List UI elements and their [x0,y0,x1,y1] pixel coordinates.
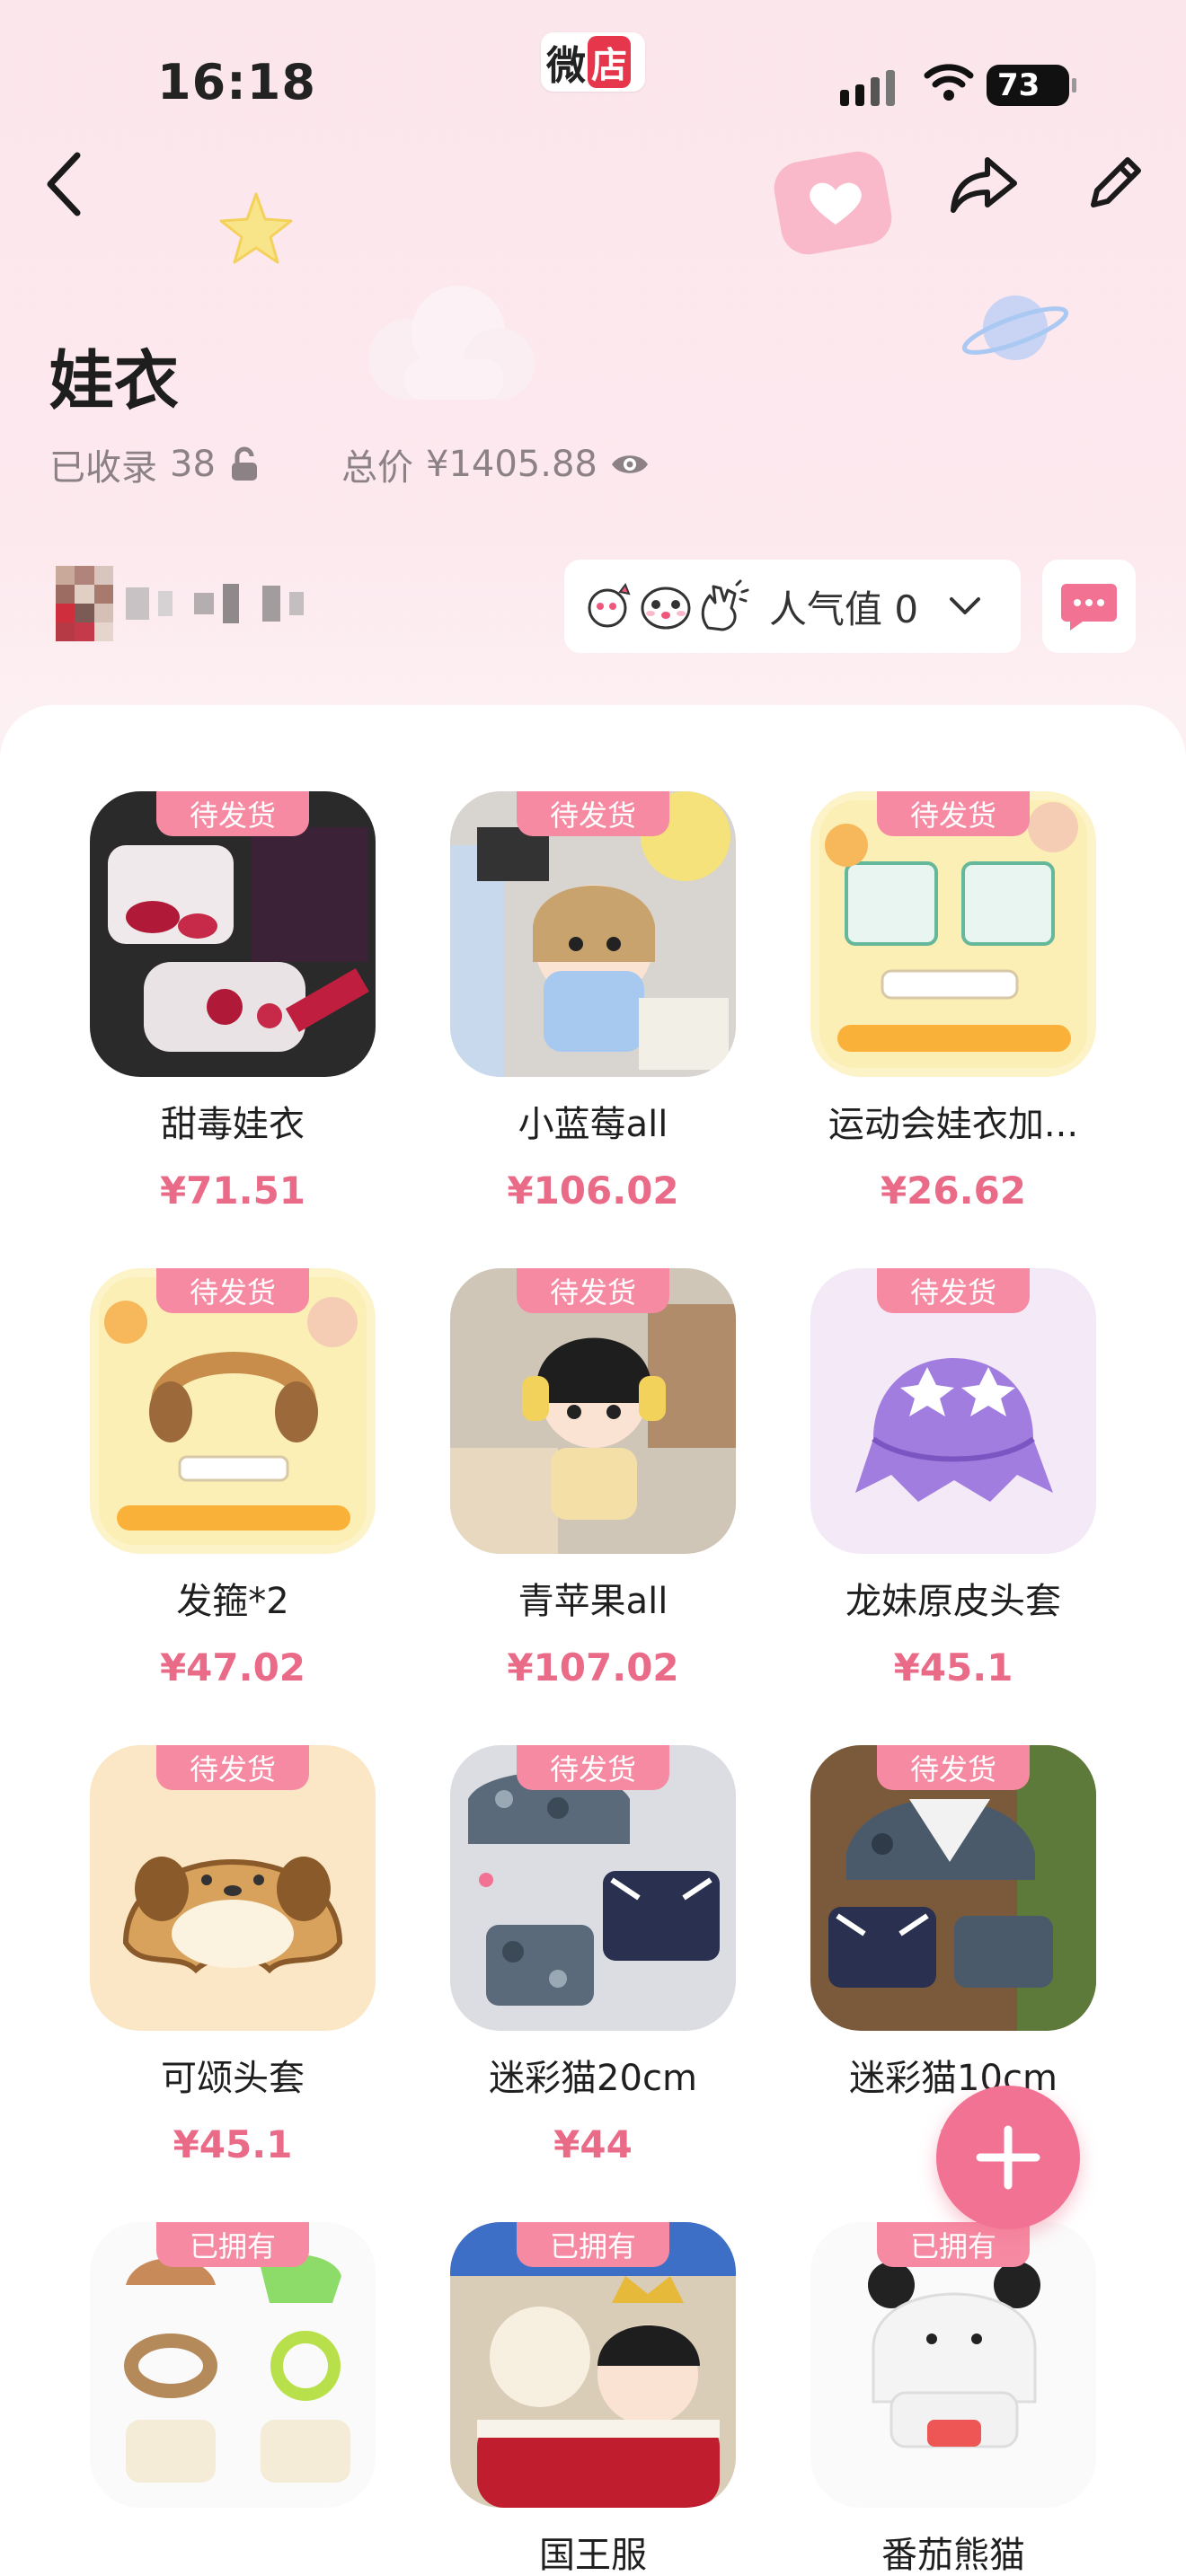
total-value: ¥1405.88 [426,444,597,485]
status-badge: 待发货 [156,791,309,836]
product-card[interactable]: 待发货 迷彩猫20cm ¥44 [450,1745,736,2166]
product-card[interactable]: 待发货 小蓝莓all ¥106.02 [450,791,736,1213]
lock-open-icon[interactable] [228,446,261,482]
back-arrow-icon [47,152,81,216]
total-price-info: 总价 ¥1405.88 [341,438,650,490]
share-icon [951,157,1017,213]
status-badge: 待发货 [517,1745,669,1790]
username-pixelated [126,584,304,623]
product-name: 运动会娃衣加... [828,1104,1079,1145]
cloud-decoration-icon [368,286,535,400]
product-price: ¥71.51 [159,1169,306,1213]
avatar[interactable] [56,566,113,641]
product-image[interactable]: 待发货 [810,791,1096,1077]
collected-info: 已收录 38 [49,438,261,490]
plus-icon [976,2125,1040,2190]
add-item-button[interactable] [936,2086,1080,2229]
status-badge: 待发货 [517,1268,669,1313]
product-image[interactable]: 待发货 [450,1745,736,2031]
cellular-signal-icon [840,70,895,106]
product-grid-panel: 待发货 甜毒娃衣 ¥71.51 待发货 小蓝莓all ¥106.02 待发货 运… [0,705,1186,2576]
product-image[interactable]: 已拥有 [450,2222,736,2508]
product-price: ¥45.1 [893,1645,1013,1689]
popularity-label: 人气值 0 [769,587,919,631]
product-image[interactable]: 已拥有 [810,2222,1096,2508]
status-badge: 已拥有 [156,2222,309,2267]
product-image[interactable]: 待发货 [810,1268,1096,1554]
status-badge: 已拥有 [517,2222,669,2267]
product-name: 番茄熊猫 [881,2535,1025,2576]
product-name: 甜毒娃衣 [161,1104,305,1145]
heart-bubble-decoration-icon [774,151,892,255]
product-name: 发箍*2 [176,1581,289,1622]
collected-label: 已收录 [49,447,157,489]
product-image[interactable]: 待发货 [450,1268,736,1554]
product-price: ¥47.02 [159,1645,306,1689]
chat-bubble-icon [1061,584,1117,631]
status-bar: 16:18 微 店 73 [0,0,1186,135]
product-card[interactable]: 已拥有 [90,2222,376,2547]
product-name: 国王服 [539,2535,647,2576]
product-price: ¥106.02 [507,1169,679,1213]
product-image[interactable]: 待发货 [90,791,376,1077]
product-price: ¥26.62 [880,1169,1027,1213]
product-image[interactable]: 已拥有 [90,2222,376,2508]
product-card[interactable]: 待发货 龙妹原皮头套 ¥45.1 [810,1268,1096,1689]
product-card[interactable]: 待发货 甜毒娃衣 ¥71.51 [90,791,376,1213]
edit-pencil-icon [1091,157,1141,207]
product-name: 迷彩猫10cm [849,2058,1058,2099]
chat-button[interactable] [1042,560,1136,653]
product-card[interactable]: 待发货 发箍*2 ¥47.02 [90,1268,376,1689]
logo-char-1: 微 [546,43,586,89]
surprised-face-icon [641,587,691,630]
product-name: 青苹果all [518,1581,668,1622]
collected-count: 38 [170,444,216,485]
product-card[interactable]: 已拥有 国王服 [450,2222,736,2576]
clapping-hands-icon [701,579,749,631]
owner-info[interactable] [56,566,304,641]
product-name: 可颂头套 [161,2058,305,2099]
status-badge: 待发货 [877,791,1030,836]
product-image[interactable]: 待发货 [450,791,736,1077]
flower-cheer-icon [588,582,631,628]
status-badge: 待发货 [877,1268,1030,1313]
star-decoration-icon [219,192,293,264]
eye-icon[interactable] [610,449,650,480]
status-badge: 待发货 [156,1745,309,1790]
total-label: 总价 [341,447,413,489]
planet-decoration-icon [961,296,1069,360]
product-image[interactable]: 待发货 [810,1745,1096,2031]
product-name: 迷彩猫20cm [489,2058,697,2099]
popularity-dropdown[interactable]: 人气值 0 [564,560,1021,653]
weidian-logo: 微 店 [541,32,645,92]
product-name: 小蓝莓all [518,1104,668,1145]
product-image[interactable]: 待发货 [90,1268,376,1554]
page-title: 娃衣 [49,343,180,419]
status-badge: 待发货 [877,1745,1030,1790]
battery-indicator: 73 [987,65,1076,106]
wifi-icon [924,64,974,101]
product-price: ¥44 [553,2122,633,2166]
product-name: 龙妹原皮头套 [845,1581,1061,1622]
product-image[interactable]: 待发货 [90,1745,376,2031]
edit-button[interactable] [1078,148,1150,220]
product-card[interactable]: 待发货 可颂头套 ¥45.1 [90,1745,376,2166]
product-card[interactable]: 待发货 运动会娃衣加... ¥26.62 [810,791,1096,1213]
status-badge: 待发货 [156,1268,309,1313]
product-card[interactable]: 待发货 青苹果all ¥107.02 [450,1268,736,1689]
product-price: ¥107.02 [507,1645,679,1689]
back-button[interactable] [36,148,90,220]
chevron-down-icon [950,597,981,614]
share-button[interactable] [943,148,1024,220]
battery-level: 73 [997,67,1040,103]
status-badge: 待发货 [517,791,669,836]
logo-char-2: 店 [588,36,631,88]
reaction-emojis [584,579,749,633]
product-price: ¥45.1 [173,2122,293,2166]
status-time: 16:18 [157,54,316,110]
product-card[interactable]: 已拥有 番茄熊猫 [810,2222,1096,2576]
